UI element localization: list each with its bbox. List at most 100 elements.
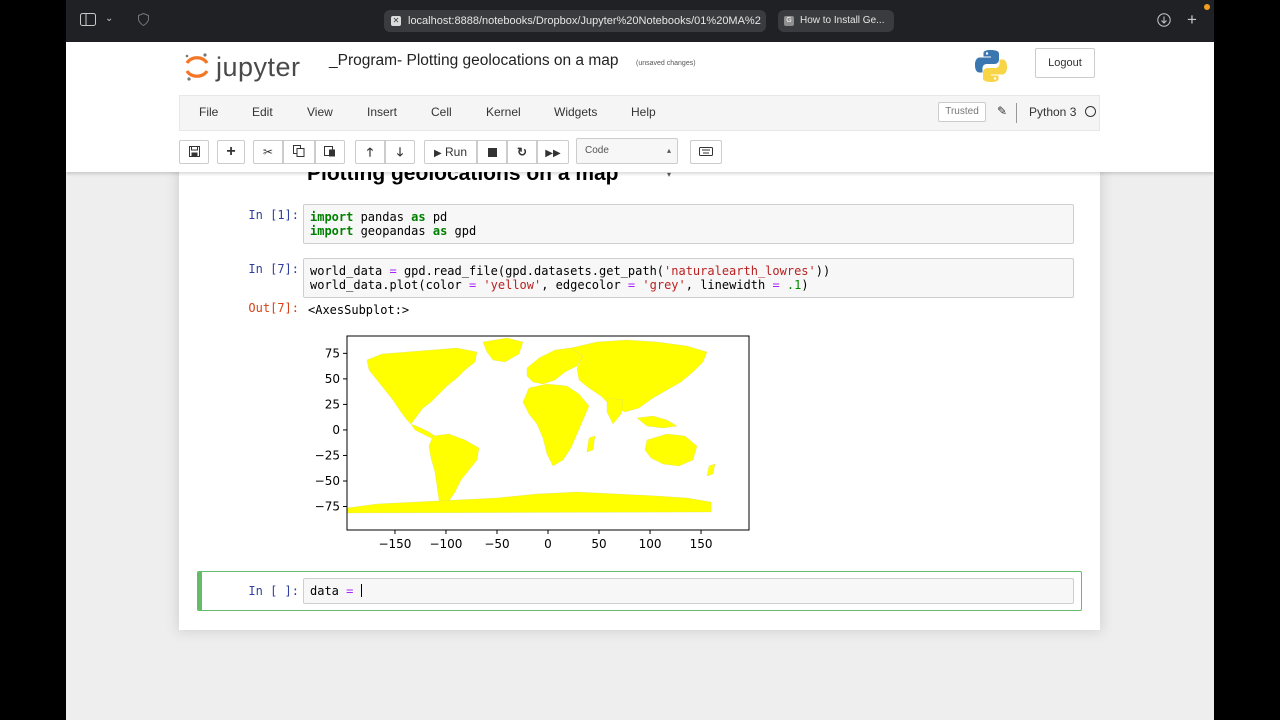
y-axis: 75 50 25 0 −25 −50 −75 xyxy=(315,346,347,514)
interrupt-button[interactable] xyxy=(477,140,507,164)
notebook-container: Plotting geolocations on a map In [1]: i… xyxy=(179,150,1100,630)
kernel-name[interactable]: Python 3 xyxy=(1029,105,1076,119)
move-down-button[interactable]: 🡓 xyxy=(385,140,415,164)
australia-shape xyxy=(644,433,698,467)
arrow-down-icon: 🡓 xyxy=(396,145,404,159)
code-cell-active[interactable]: data = xyxy=(303,578,1074,604)
scissors-icon: ✂ xyxy=(262,145,274,159)
x-tick-label: −150 xyxy=(378,537,411,548)
cut-button[interactable]: ✂ xyxy=(253,140,283,164)
command-palette-button[interactable] xyxy=(690,140,722,164)
x-axis: −150 −100 −50 0 50 100 150 xyxy=(378,530,712,548)
x-tick-label: −100 xyxy=(429,537,462,548)
address-url: localhost:8888/notebooks/Dropbox/Jupyter… xyxy=(408,15,761,27)
edit-pencil-icon[interactable]: ✎ xyxy=(997,104,1007,118)
paste-icon xyxy=(324,146,335,157)
download-icon[interactable] xyxy=(1157,13,1171,29)
kernel-idle-icon xyxy=(1085,106,1096,117)
menu-view[interactable]: View xyxy=(307,105,333,119)
tab-label: How to Install Ge... xyxy=(800,15,885,26)
insert-cell-button[interactable]: + xyxy=(217,140,245,164)
menu-help[interactable]: Help xyxy=(631,105,656,119)
run-button[interactable]: ▶ Run xyxy=(424,140,477,164)
select-arrows-icon: ▴ ▾ xyxy=(666,146,671,179)
restart-icon: ↻ xyxy=(516,145,528,159)
cell-type-value: Code xyxy=(585,145,609,156)
new-tab-icon[interactable]: + xyxy=(1187,11,1197,28)
y-tick-label: 50 xyxy=(325,372,340,386)
stop-icon xyxy=(487,148,497,157)
menu-file[interactable]: File xyxy=(199,105,218,119)
restart-run-all-button[interactable]: ▶▶ xyxy=(537,140,569,164)
menu-insert[interactable]: Insert xyxy=(367,105,397,119)
asia-shape xyxy=(570,339,708,413)
x-tick-label: 100 xyxy=(639,537,662,548)
menu-widgets[interactable]: Widgets xyxy=(554,105,597,119)
south-america-shape xyxy=(428,433,480,511)
recording-indicator xyxy=(1204,4,1210,10)
address-bar[interactable]: ✕ localhost:8888/notebooks/Dropbox/Jupyt… xyxy=(384,10,766,32)
save-icon xyxy=(188,146,200,157)
browser-toolbar: ⌄ ✕ localhost:8888/notebooks/Dropbox/Jup… xyxy=(66,0,1214,42)
x-tick-label: −50 xyxy=(484,537,509,548)
y-tick-label: −75 xyxy=(315,500,340,514)
notebook-title[interactable]: _Program- Plotting geolocations on a map xyxy=(329,52,619,70)
save-button[interactable] xyxy=(179,140,209,164)
output-text: <AxesSubplot:> xyxy=(308,303,410,317)
paste-button[interactable] xyxy=(315,140,345,164)
screen: ⌄ ✕ localhost:8888/notebooks/Dropbox/Jup… xyxy=(66,0,1214,720)
jupyter-wordmark: jupyter xyxy=(216,52,301,82)
menu-cell[interactable]: Cell xyxy=(431,105,452,119)
chevron-down-icon[interactable]: ⌄ xyxy=(105,14,113,24)
divider xyxy=(1016,103,1017,123)
run-label: Run xyxy=(445,145,468,159)
close-tab-icon[interactable]: ✕ xyxy=(391,16,401,26)
notebook-toolbar: + ✂ 🡑 🡓 ▶ Run ↻ ▶▶ Code ▴ ▾ xyxy=(179,138,1100,179)
menu-kernel[interactable]: Kernel xyxy=(486,105,521,119)
arrow-up-icon: 🡑 xyxy=(366,145,374,159)
world-map-plot: −150 −100 −50 0 50 100 150 75 50 25 0 −25 −50 −75 xyxy=(315,335,750,548)
code-cell-1[interactable]: import pandas as pd import geopandas as … xyxy=(303,204,1074,244)
plus-icon: + xyxy=(226,143,236,160)
copy-button[interactable] xyxy=(283,140,315,164)
india-shape xyxy=(606,397,624,425)
keyboard-icon xyxy=(699,147,713,156)
copy-icon xyxy=(293,145,305,157)
menu-edit[interactable]: Edit xyxy=(252,105,273,119)
y-tick-label: −50 xyxy=(315,474,340,488)
map-landmasses xyxy=(346,337,716,514)
north-america-shape xyxy=(366,347,478,425)
africa-shape xyxy=(522,383,590,467)
greenland-shape xyxy=(482,337,524,363)
privacy-shield-icon[interactable] xyxy=(138,12,149,28)
southeast-asia-shape xyxy=(636,415,678,429)
python-logo-icon xyxy=(975,50,1007,82)
save-status: (unsaved changes) xyxy=(636,60,696,67)
x-tick-label: 150 xyxy=(690,537,713,548)
y-tick-label: 0 xyxy=(332,423,340,437)
europe-shape xyxy=(526,347,584,385)
cell-type-select[interactable]: Code ▴ ▾ xyxy=(576,138,678,179)
output-prompt: Out[7]: xyxy=(248,301,299,315)
central-america-shape xyxy=(410,423,436,439)
cell-prompt: In [1]: xyxy=(248,208,299,222)
madagascar-shape xyxy=(586,435,596,453)
jupyter-logo[interactable]: jupyter xyxy=(184,48,314,88)
x-tick-label: 0 xyxy=(544,537,552,548)
fast-forward-icon: ▶▶ xyxy=(545,148,561,159)
restart-button[interactable]: ↻ xyxy=(507,140,537,164)
play-icon: ▶ xyxy=(433,148,442,159)
y-tick-label: −25 xyxy=(315,448,340,462)
jupyter-header: jupyter _Program- Plotting geolocations … xyxy=(66,42,1214,179)
tab-favicon-icon: G xyxy=(784,16,794,26)
code-cell-2[interactable]: world_data = gpd.read_file(gpd.datasets.… xyxy=(303,258,1074,298)
trusted-indicator[interactable]: Trusted xyxy=(938,102,986,122)
sidebar-toggle-icon[interactable] xyxy=(80,13,96,28)
move-up-button[interactable]: 🡑 xyxy=(355,140,385,164)
jupyter-logo-icon xyxy=(185,53,209,81)
logout-button[interactable]: Logout xyxy=(1035,48,1095,78)
text-cursor xyxy=(360,584,362,597)
browser-tab-install[interactable]: G How to Install Ge... xyxy=(778,10,894,32)
cell-prompt: In [7]: xyxy=(248,262,299,276)
menu-bar: File Edit View Insert Cell Kernel Widget… xyxy=(179,95,1100,131)
